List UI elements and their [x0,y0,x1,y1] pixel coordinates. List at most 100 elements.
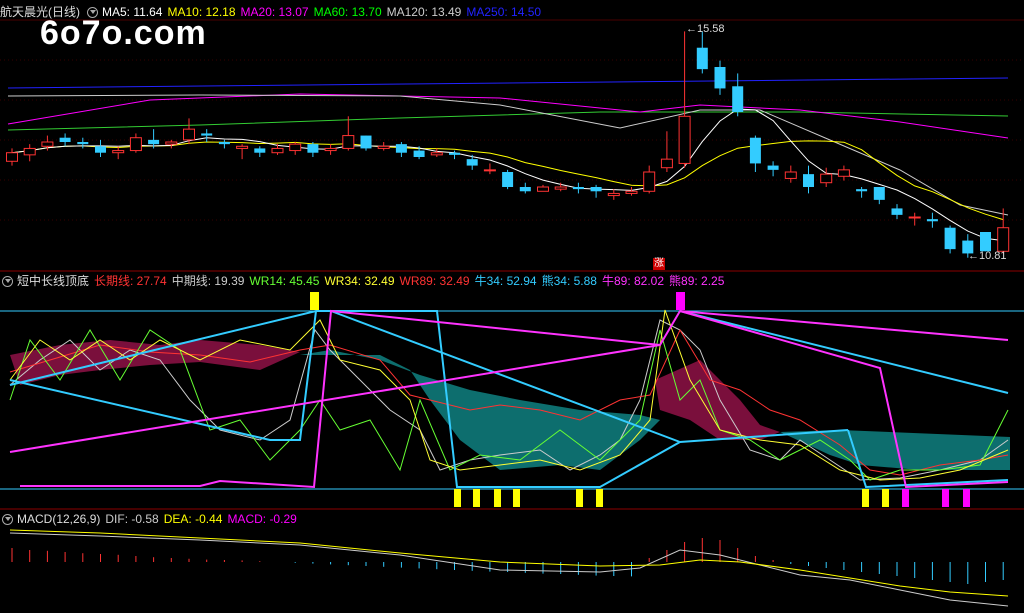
macd-indicator-labels: DIF: -0.58 DEA: -0.44 MACD: -0.29 [105,511,301,527]
candle-body [201,133,213,136]
candle-body [837,169,850,177]
candle-body [696,47,708,70]
candle-body [908,216,921,219]
low-price-value: 10.81 [979,250,1007,262]
candle-body [377,145,390,149]
zhang-badge: 涨 [653,258,665,270]
indicator-label: 中期线: 19.39 [171,274,245,288]
dea-line [9,529,1009,597]
settings-dropdown-icon[interactable] [2,275,13,287]
macd-label: DIF: -0.58 [105,512,159,526]
ma-label: MA60: 13.70 [313,5,382,19]
indicator-label: 熊89: 2.25 [669,274,725,288]
candle-body [891,208,903,215]
candle-body [6,152,18,162]
candle-body [41,141,54,147]
indicator-label: 牛34: 52.94 [474,274,537,288]
candle-body [77,142,89,145]
bear-area [300,350,660,470]
candle-body [148,139,160,145]
macd-panel-header: MACD(12,26,9) DIF: -0.58 DEA: -0.44 MACD: … [0,511,307,527]
bottom-signal-bar [902,489,909,507]
candle-body [59,137,71,142]
candle-body [218,142,230,145]
candle-body [342,135,355,149]
bottom-signal-bar [862,489,869,507]
candle-body [449,152,460,155]
indicator-panel-header: 短中长线顶底 长期线: 27.74 中期线: 19.39 WR14: 45.45 WR… [0,273,734,289]
low-price-label: ←10.81 [968,250,1007,262]
bottom-signal-bar [494,489,501,507]
candle-body [483,169,496,172]
bottom-signal-bar [473,489,480,507]
candle-body [554,186,567,190]
ma-label: MA250: 14.50 [466,5,542,19]
bottom-signal-bar [454,489,461,507]
high-price-value: 15.58 [697,23,725,35]
indicator-label: 长期线: 27.74 [94,274,167,288]
candle-body [767,165,779,170]
dif-line [9,532,1009,607]
candle-body [926,219,938,222]
candle-body [980,232,991,252]
candle-body [749,137,761,164]
settings-dropdown-icon[interactable] [87,6,98,18]
bull-area [655,360,780,440]
bottom-signal-bar [576,489,583,507]
candle-body [856,189,868,192]
candle-body [165,141,178,145]
candle-body [23,147,36,156]
high-price-label: ←15.58 [686,23,725,35]
candle-body [254,148,266,153]
bull-area [10,340,300,385]
ma60-line [7,111,1009,131]
indicator-labels: 长期线: 27.74 中期线: 19.39 WR14: 45.45 WR34: 32.… [94,273,729,289]
candle-body [537,186,549,192]
ma-label: MA120: 13.49 [386,5,462,19]
top-signal-bar [310,292,319,310]
candle-body [572,187,584,190]
price-panel-header: 航天晨光(日线) MA5: 11.64 MA10: 12.18 MA20: 13.0… [0,4,551,20]
candle-body [997,227,1010,252]
bull34-line [679,310,1009,394]
bottom-signal-bar [963,489,970,507]
macd-panel-title: MACD(12,26,9) [17,512,101,526]
bottom-signal-bar [942,489,949,507]
candle-body [502,172,514,187]
price-indicator-labels: MA5: 11.64 MA10: 12.18 MA20: 13.07 MA60: 13… [102,4,546,20]
candle-body [660,158,673,169]
indicator-label: WR89: 32.49 [399,274,470,288]
candle-body [803,174,814,187]
candle-body [466,159,478,166]
candle-body [95,146,106,153]
candle-body [944,227,956,250]
candle-body [112,150,125,154]
candle-body [714,67,726,89]
candle-body [271,147,284,154]
ma-label: MA20: 13.07 [240,5,309,19]
indicator-label: 熊34: 5.88 [541,274,597,288]
candle-body [643,171,656,192]
macd-label: MACD: -0.29 [227,512,297,526]
candle-body [324,147,337,152]
settings-dropdown-icon[interactable] [2,513,13,525]
candle-body [820,173,833,184]
candle-body [183,128,195,141]
indicator-label: WR14: 45.45 [249,274,320,288]
indicator-label: WR34: 32.49 [324,274,395,288]
candle-body [625,190,638,194]
ma20-line [7,93,1009,139]
candle-body [519,187,531,192]
bottom-signal-bar [882,489,889,507]
macd-label: DEA: -0.44 [163,512,223,526]
candle-body [360,135,372,149]
candle-body [430,152,443,156]
price-panel-title: 航天晨光(日线) [0,5,80,19]
bottom-signal-bar [596,489,603,507]
bottom-signal-bar [513,489,520,507]
candle-body [732,86,744,112]
candle-body [678,115,691,164]
indicator-label: 牛89: 82.02 [601,274,665,288]
candle-body [289,143,302,152]
top-signal-bar [676,292,685,310]
